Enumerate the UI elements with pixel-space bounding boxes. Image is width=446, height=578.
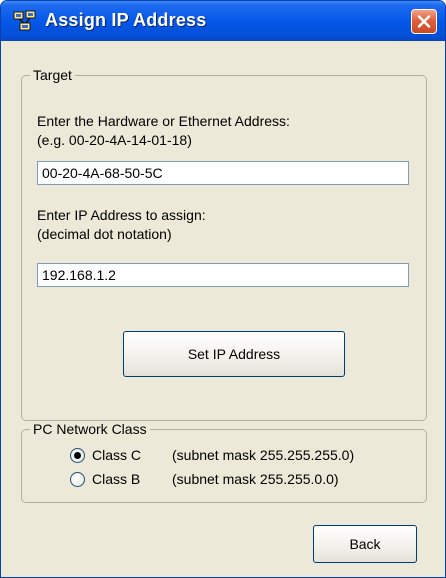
ip-address-hint: (decimal dot notation) — [37, 226, 172, 242]
class-b-option[interactable]: Class B (subnet mask 255.255.0.0) — [70, 471, 410, 489]
close-icon — [417, 15, 431, 28]
network-class-legend: PC Network Class — [33, 421, 147, 437]
dialog-body: Target Enter the Hardware or Ethernet Ad… — [7, 41, 439, 571]
hw-address-example: (e.g. 00-20-4A-14-01-18) — [37, 132, 192, 148]
hw-address-input[interactable] — [37, 161, 409, 185]
class-c-radio[interactable] — [70, 448, 85, 463]
hw-address-label: Enter the Hardware or Ethernet Address: — [37, 113, 290, 129]
class-b-mask: (subnet mask 255.255.0.0) — [172, 471, 339, 487]
window-title: Assign IP Address — [45, 10, 207, 30]
target-legend: Target — [33, 67, 72, 83]
ip-address-label: Enter IP Address to assign: — [37, 207, 206, 223]
set-ip-address-button[interactable]: Set IP Address — [123, 331, 345, 377]
assign-ip-window: Assign IP Address Target Enter the Hardw… — [0, 0, 446, 578]
title-bar[interactable]: Assign IP Address — [1, 1, 445, 41]
ip-address-input[interactable] — [37, 263, 409, 287]
class-b-label: Class B — [92, 471, 141, 487]
radio-selected-dot — [74, 452, 81, 459]
class-c-mask: (subnet mask 255.255.255.0) — [172, 447, 355, 463]
network-app-icon — [13, 10, 37, 32]
class-b-radio[interactable] — [70, 472, 85, 487]
close-button[interactable] — [411, 9, 437, 34]
class-c-option[interactable]: Class C (subnet mask 255.255.255.0) — [70, 447, 410, 465]
back-button[interactable]: Back — [313, 525, 417, 563]
class-c-label: Class C — [92, 447, 142, 463]
